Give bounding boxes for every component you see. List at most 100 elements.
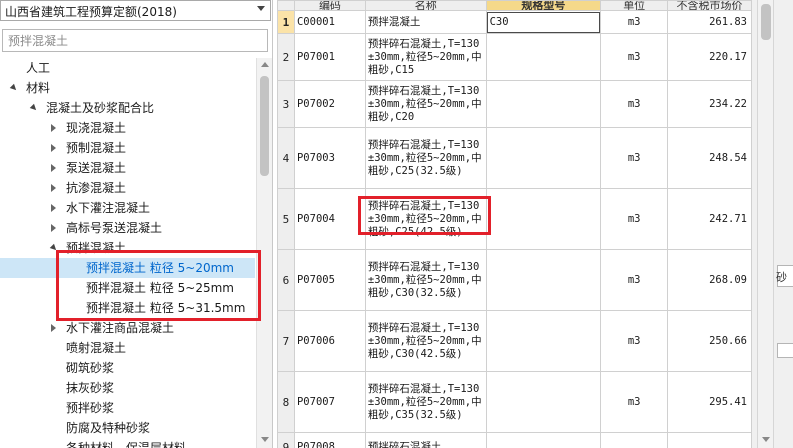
spec-cell[interactable] xyxy=(485,127,602,189)
spec-cell[interactable] xyxy=(485,310,602,372)
price-cell[interactable]: 268.09 xyxy=(667,249,752,311)
table-row[interactable]: 2 P07001 预拌碎石混凝土,T=130±30mm,粒径5~20mm,中粗砂,C… xyxy=(277,33,752,81)
price-cell[interactable]: 220.17 xyxy=(667,33,752,81)
tree-item[interactable]: 泵送混凝土 xyxy=(0,158,255,178)
row-number[interactable]: 2 xyxy=(277,33,295,81)
spec-cell[interactable] xyxy=(485,249,602,311)
table-row[interactable]: 9 P07008 预拌碎石混凝土 xyxy=(277,432,752,448)
price-cell[interactable]: 234.22 xyxy=(667,80,752,128)
col-header-code[interactable]: 编码 xyxy=(293,0,366,11)
tree-item[interactable]: 预拌混凝土 粒径 5~25mm xyxy=(0,278,255,298)
collapsed-triangle-icon[interactable] xyxy=(51,224,56,232)
table-row[interactable]: 3 P07002 预拌碎石混凝土,T=130±30mm,粒径5~20mm,中粗砂,C… xyxy=(277,80,752,128)
code-cell[interactable]: P07001 xyxy=(293,33,366,81)
tree-item[interactable]: 现浇混凝土 xyxy=(0,118,255,138)
price-cell[interactable]: 242.71 xyxy=(667,188,752,250)
name-cell[interactable]: 预拌碎石混凝土,T=130±30mm,粒径5~20mm,中粗砂,C25(42.5… xyxy=(364,188,487,250)
table-row[interactable]: 6 P07005 预拌碎石混凝土,T=130±30mm,粒径5~20mm,中粗砂,C… xyxy=(277,249,752,311)
side-tab-label[interactable]: 砂 xyxy=(776,270,793,286)
quota-library-select[interactable]: 山西省建筑工程预算定额(2018) xyxy=(0,0,271,21)
price-cell[interactable]: 295.41 xyxy=(667,371,752,433)
row-number[interactable]: 3 xyxy=(277,80,295,128)
tree-item[interactable]: 人工 xyxy=(0,58,255,78)
collapsed-triangle-icon[interactable] xyxy=(51,164,56,172)
row-number[interactable]: 6 xyxy=(277,249,295,311)
spec-cell[interactable] xyxy=(485,188,602,250)
tree-item[interactable]: 材料 xyxy=(0,78,255,98)
collapsed-triangle-icon[interactable] xyxy=(51,204,56,212)
price-cell[interactable] xyxy=(667,432,752,448)
unit-cell[interactable] xyxy=(600,432,669,448)
code-cell[interactable]: P07006 xyxy=(293,310,366,372)
unit-cell[interactable]: m3 xyxy=(600,80,669,128)
spec-cell[interactable] xyxy=(485,432,602,448)
scroll-down-icon[interactable] xyxy=(762,437,770,442)
unit-cell[interactable]: m3 xyxy=(600,10,669,34)
tree-item[interactable]: 各种材料、保温层材料 xyxy=(0,438,255,448)
code-cell[interactable]: P07002 xyxy=(293,80,366,128)
table-row[interactable]: 5 P07004 预拌碎石混凝土,T=130±30mm,粒径5~20mm,中粗砂,C… xyxy=(277,188,752,250)
table-row[interactable]: 8 P07007 预拌碎石混凝土,T=130±30mm,粒径5~20mm,中粗砂,C… xyxy=(277,371,752,433)
scroll-up-icon[interactable] xyxy=(261,62,269,67)
tree-item[interactable]: 防腐及特种砂浆 xyxy=(0,418,255,438)
col-header-name[interactable]: 名称 xyxy=(364,0,487,11)
tree-item[interactable]: 预拌混凝土 xyxy=(0,238,255,258)
tree-item[interactable]: 喷射混凝土 xyxy=(0,338,255,358)
unit-cell[interactable]: m3 xyxy=(600,310,669,372)
expanded-triangle-icon[interactable] xyxy=(49,243,59,253)
tree-item[interactable]: 预拌混凝土 粒径 5~31.5mm xyxy=(0,298,255,318)
table-row[interactable]: 7 P07006 预拌碎石混凝土,T=130±30mm,粒径5~20mm,中粗砂,C… xyxy=(277,310,752,372)
collapsed-triangle-icon[interactable] xyxy=(51,124,56,132)
tree-item[interactable]: 预拌混凝土 粒径 5~20mm xyxy=(0,258,255,278)
name-cell[interactable]: 预拌碎石混凝土,T=130±30mm,粒径5~20mm,中粗砂,C20 xyxy=(364,80,487,128)
collapsed-triangle-icon[interactable] xyxy=(51,184,56,192)
row-number[interactable]: 9 xyxy=(277,432,295,448)
tree-item[interactable]: 水下灌注混凝土 xyxy=(0,198,255,218)
code-cell[interactable]: P07003 xyxy=(293,127,366,189)
tree-item[interactable]: 水下灌注商品混凝土 xyxy=(0,318,255,338)
row-number[interactable]: 8 xyxy=(277,371,295,433)
collapsed-triangle-icon[interactable] xyxy=(51,144,56,152)
name-cell[interactable]: 预拌混凝土 xyxy=(364,10,487,34)
unit-cell[interactable]: m3 xyxy=(600,249,669,311)
tree-item[interactable]: 混凝土及砂浆配合比 xyxy=(0,98,255,118)
col-header-spec[interactable]: 规格型号 xyxy=(485,0,602,11)
name-cell[interactable]: 预拌碎石混凝土,T=130±30mm,粒径5~20mm,中粗砂,C25(32.5… xyxy=(364,127,487,189)
price-cell[interactable]: 261.83 xyxy=(667,10,752,34)
expanded-triangle-icon[interactable] xyxy=(29,103,39,113)
code-cell[interactable]: P07005 xyxy=(293,249,366,311)
grid-scrollbar[interactable] xyxy=(757,0,774,448)
code-cell[interactable]: P07007 xyxy=(293,371,366,433)
code-cell[interactable]: P07004 xyxy=(293,188,366,250)
row-number[interactable]: 7 xyxy=(277,310,295,372)
table-row[interactable]: 1 C00001 预拌混凝土 C30 m3 261.83 xyxy=(277,10,752,34)
row-number[interactable]: 5 xyxy=(277,188,295,250)
unit-cell[interactable]: m3 xyxy=(600,371,669,433)
price-cell[interactable]: 248.54 xyxy=(667,127,752,189)
expanded-triangle-icon[interactable] xyxy=(9,83,19,93)
scrollbar-thumb[interactable] xyxy=(260,76,269,176)
unit-cell[interactable]: m3 xyxy=(600,188,669,250)
row-number[interactable]: 1 xyxy=(277,10,295,34)
search-input[interactable] xyxy=(2,29,268,52)
code-cell[interactable]: C00001 xyxy=(293,10,366,34)
col-header-num[interactable] xyxy=(277,0,295,11)
scroll-down-icon[interactable] xyxy=(261,437,269,442)
tree-item[interactable]: 高标号泵送混凝土 xyxy=(0,218,255,238)
name-cell[interactable]: 预拌碎石混凝土 xyxy=(364,432,487,448)
spec-cell[interactable] xyxy=(485,80,602,128)
unit-cell[interactable]: m3 xyxy=(600,127,669,189)
tree-item[interactable]: 抹灰砂浆 xyxy=(0,378,255,398)
tree-scrollbar[interactable] xyxy=(256,58,272,448)
name-cell[interactable]: 预拌碎石混凝土,T=130±30mm,粒径5~20mm,中粗砂,C30(42.5… xyxy=(364,310,487,372)
code-cell[interactable]: P07008 xyxy=(293,432,366,448)
name-cell[interactable]: 预拌碎石混凝土,T=130±30mm,粒径5~20mm,中粗砂,C35(32.5… xyxy=(364,371,487,433)
table-row[interactable]: 4 P07003 预拌碎石混凝土,T=130±30mm,粒径5~20mm,中粗砂,C… xyxy=(277,127,752,189)
chevron-down-icon[interactable] xyxy=(257,6,265,11)
spec-cell[interactable] xyxy=(485,371,602,433)
scrollbar-thumb[interactable] xyxy=(761,4,771,40)
collapsed-triangle-icon[interactable] xyxy=(51,324,56,332)
tree-item[interactable]: 预拌砂浆 xyxy=(0,398,255,418)
row-number[interactable]: 4 xyxy=(277,127,295,189)
tree-item[interactable]: 抗渗混凝土 xyxy=(0,178,255,198)
